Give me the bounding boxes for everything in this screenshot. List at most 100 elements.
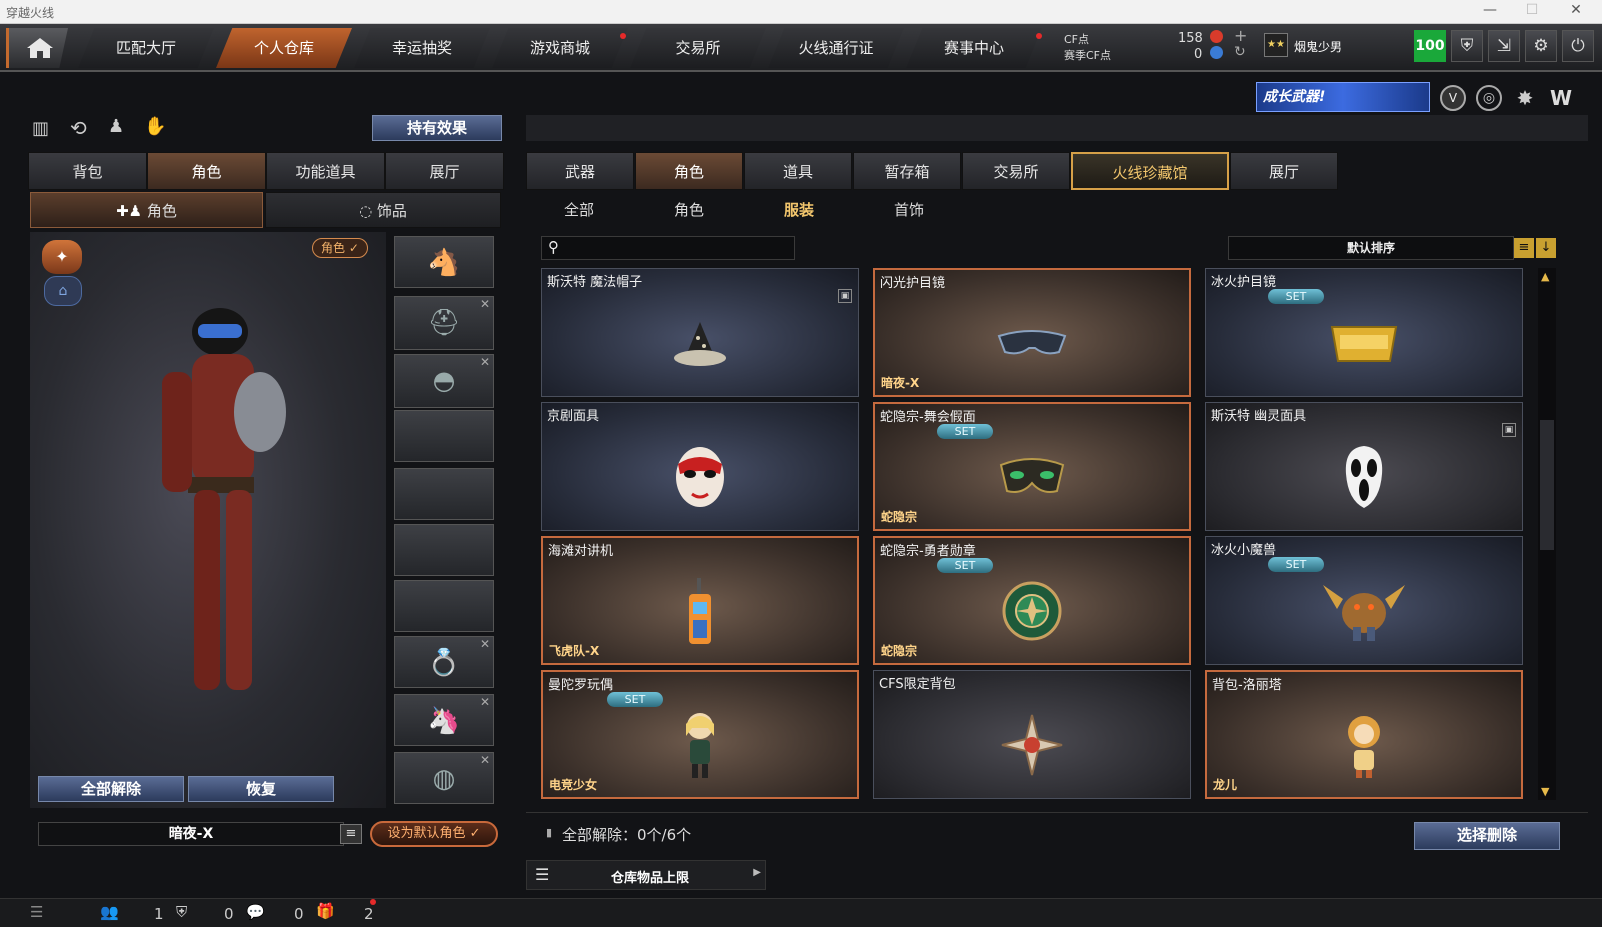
unequip-all-button[interactable]: 全部解除 <box>38 776 184 802</box>
nav-tab-0[interactable]: 匹配大厅 <box>78 28 214 68</box>
nav-tab-6[interactable]: 赛事中心 <box>906 28 1042 68</box>
goggles-slot[interactable]: ◓ ✕ <box>394 354 494 408</box>
team-emblem-fire-icon[interactable]: ✦ <box>42 240 82 274</box>
remove-icon[interactable]: ✕ <box>480 753 490 767</box>
scroll-down-icon[interactable]: ▼ <box>1541 785 1549 798</box>
current-role-select[interactable]: 暗夜-X <box>38 822 344 846</box>
item-card[interactable]: CFS限定背包 <box>873 670 1191 799</box>
right-tab-3[interactable]: 暂存箱 <box>853 152 961 190</box>
shield-icon[interactable]: ⛨ <box>1451 30 1483 62</box>
right-tab-0[interactable]: 武器 <box>526 152 634 190</box>
item-name: 海滩对讲机 <box>548 544 614 559</box>
remove-icon[interactable]: ✕ <box>480 637 490 651</box>
nav-tab-3[interactable]: 游戏商城 <box>492 28 628 68</box>
right-tab-2[interactable]: 道具 <box>744 152 852 190</box>
lock-icon[interactable]: ▣ <box>1502 423 1516 437</box>
lock-icon[interactable]: ▣ <box>838 289 852 303</box>
item-card[interactable]: 曼陀罗玩偶 SET 电竞少女 <box>541 670 859 799</box>
right-subtab-0[interactable]: 全部 <box>526 192 632 228</box>
holding-effect-button[interactable]: 持有效果 <box>372 115 502 141</box>
nav-tab-5[interactable]: 火线通行证 <box>768 28 904 68</box>
vest-slot[interactable] <box>394 410 494 462</box>
rotate-view-icon[interactable]: ⟲ <box>70 116 94 140</box>
list-icon[interactable]: ☰ <box>30 903 43 921</box>
nav-tab-2[interactable]: 幸运抽奖 <box>354 28 490 68</box>
sort-menu-icon[interactable]: ≡ <box>1514 238 1534 258</box>
globe-icon[interactable]: ◎ <box>1476 85 1502 111</box>
character-pose-icon[interactable]: ♟ <box>108 116 132 140</box>
refresh-icon[interactable]: ↻ <box>1234 44 1246 60</box>
growth-weapon-banner[interactable]: 成长武器! <box>1256 82 1430 112</box>
scrollbar[interactable]: ▲ ▼ <box>1538 268 1556 800</box>
restore-button[interactable]: 恢复 <box>188 776 334 802</box>
left-tab-3[interactable]: 展厅 <box>385 152 504 190</box>
pants-slot[interactable] <box>394 580 494 632</box>
helmet-slot[interactable]: ⛑ ✕ <box>394 296 494 350</box>
scroll-thumb[interactable] <box>1540 420 1554 550</box>
chat-icon[interactable]: 💬 <box>246 903 265 921</box>
ring-slot[interactable]: 💍 ✕ <box>394 636 494 688</box>
remove-icon[interactable]: ✕ <box>480 695 490 709</box>
select-delete-button[interactable]: 选择删除 <box>1414 822 1560 850</box>
right-tab-5[interactable]: 火线珍藏馆 <box>1071 152 1229 190</box>
w-logo-icon[interactable]: W <box>1548 85 1574 111</box>
team-emblem-blue-icon[interactable]: ⌂ <box>44 276 82 306</box>
set-default-role-button[interactable]: 设为默认角色 ✓ <box>370 821 498 847</box>
left-tab-2[interactable]: 功能道具 <box>266 152 385 190</box>
gift-icon[interactable]: 🎁 <box>316 902 335 920</box>
right-subtab-2[interactable]: 服装 <box>746 192 852 228</box>
maximize-button[interactable]: ☐ <box>1512 2 1552 22</box>
item-card[interactable]: 海滩对讲机 飞虎队-X <box>541 536 859 665</box>
body-armor-slot[interactable] <box>394 524 494 576</box>
menu-icon[interactable]: ≡ <box>340 824 362 844</box>
bracelet-slot[interactable]: ◍ ✕ <box>394 752 494 804</box>
exit-room-icon[interactable]: ⇲ <box>1488 30 1520 62</box>
close-window-button[interactable]: ✕ <box>1556 2 1596 22</box>
home-button[interactable] <box>6 28 68 68</box>
item-card[interactable]: 冰火小魔兽 SET <box>1205 536 1523 665</box>
item-card[interactable]: 斯沃特 幽灵面具 ▣ <box>1205 402 1523 531</box>
clan-shield-icon[interactable]: ⛨ <box>176 903 187 921</box>
friends-icon[interactable]: 👥 <box>100 903 119 921</box>
nav-tab-1[interactable]: 个人仓库 <box>216 28 352 68</box>
item-card[interactable]: 闪光护目镜 暗夜-X <box>873 268 1191 397</box>
username[interactable]: 烟鬼少男 <box>1294 38 1342 55</box>
right-subtab-1[interactable]: 角色 <box>636 192 742 228</box>
item-card[interactable]: 斯沃特 魔法帽子 ▣ <box>541 268 859 397</box>
right-subtab-3[interactable]: 首饰 <box>856 192 962 228</box>
right-tab-4[interactable]: 交易所 <box>962 152 1070 190</box>
right-tab-6[interactable]: 展厅 <box>1230 152 1338 190</box>
item-card[interactable]: 蛇隐宗-舞会假面 SET 蛇隐宗 <box>873 402 1191 531</box>
subtab-role[interactable]: ✚♟ 角色 <box>30 192 263 228</box>
left-tab-0[interactable]: 背包 <box>28 152 147 190</box>
backpack-slot[interactable] <box>394 468 494 520</box>
subtab-accessory[interactable]: ◌ 饰品 <box>265 192 501 228</box>
nav-tab-4[interactable]: 交易所 <box>630 28 766 68</box>
item-card[interactable]: 蛇隐宗-勇者勋章 SET 蛇隐宗 <box>873 536 1191 665</box>
expand-arrow-icon[interactable]: ▶ <box>753 867 761 878</box>
pet-slot[interactable]: 🦄 ✕ <box>394 694 494 746</box>
item-card[interactable]: 背包-洛丽塔 龙儿 <box>1205 670 1523 799</box>
scroll-up-icon[interactable]: ▲ <box>1541 270 1549 283</box>
capacity-bar[interactable]: ☰ 仓库物品上限 ▶ <box>526 860 766 890</box>
search-input[interactable] <box>570 239 790 257</box>
right-tab-1[interactable]: 角色 <box>635 152 743 190</box>
search-box[interactable]: ⚲ <box>541 236 795 260</box>
glove-icon[interactable]: ✋ <box>144 116 168 140</box>
vip-icon[interactable]: V <box>1440 85 1466 111</box>
power-icon[interactable]: ⏻ <box>1562 30 1594 62</box>
sort-dropdown[interactable]: 默认排序 <box>1228 236 1514 260</box>
remove-icon[interactable]: ✕ <box>480 297 490 311</box>
gear-icon[interactable]: ⚙ <box>1525 30 1557 62</box>
mount-horse-slot[interactable]: 🐴 <box>394 236 494 288</box>
left-tab-1[interactable]: 角色 <box>147 152 266 190</box>
stats-icon[interactable]: ▥ <box>32 118 54 140</box>
recharge-plus-icon[interactable]: + <box>1234 26 1247 45</box>
minimize-button[interactable]: — <box>1470 2 1510 22</box>
remove-icon[interactable]: ✕ <box>480 355 490 369</box>
item-card[interactable]: 京剧面具 <box>541 402 859 531</box>
sort-direction-icon[interactable]: ↓ <box>1536 238 1556 258</box>
item-card[interactable]: 冰火护目镜 SET <box>1205 268 1523 397</box>
pet-icon[interactable]: ✸ <box>1512 85 1538 111</box>
character-preview[interactable]: ✦ ⌂ 角色 ✓ <box>30 232 386 808</box>
